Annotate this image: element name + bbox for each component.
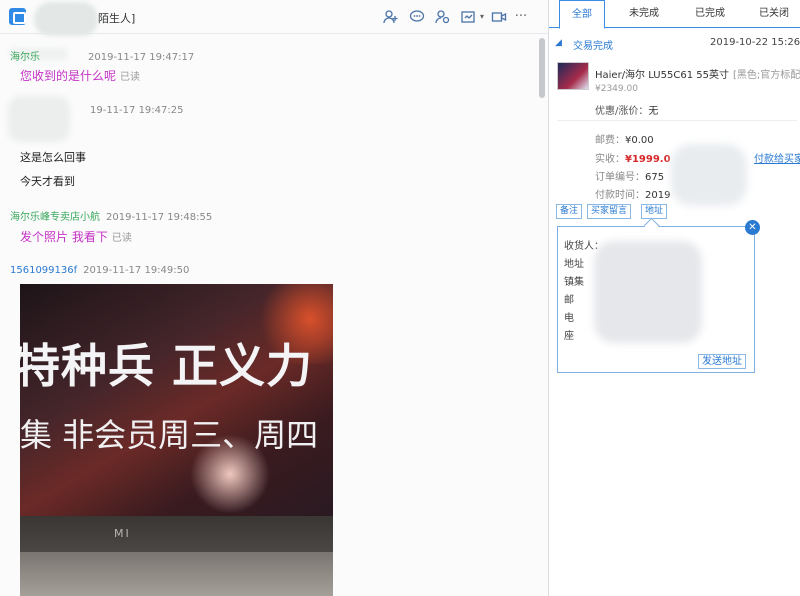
- pay-time-label: 付款时间：: [595, 190, 645, 201]
- order-tabs: 全部 未完成 已完成 已关闭: [549, 0, 800, 29]
- tab-unfinished[interactable]: 未完成: [619, 0, 669, 28]
- sender-avatar-redacted: [8, 96, 70, 142]
- order-number-label: 订单编号：: [595, 172, 645, 183]
- paid-row: 实收：¥1999.0: [595, 150, 671, 165]
- tab-finished[interactable]: 已完成: [685, 0, 735, 28]
- screenshot-icon[interactable]: [459, 9, 477, 25]
- paid-label: 实收：: [595, 154, 625, 165]
- message-header: 19-11-17 19:47:25: [90, 105, 183, 116]
- address-popup: 收货人： 地址 镇集 邮 电 座 发送地址: [557, 226, 755, 373]
- message-text: 这是怎么回事: [20, 151, 86, 164]
- chat-app-icon[interactable]: [9, 8, 26, 25]
- message-text: 今天才看到: [20, 175, 75, 188]
- photo-text-line: 集 非会员周三、周四: [20, 416, 319, 454]
- message-header: 海尔乐 2019-11-17 19:47:17: [10, 48, 194, 63]
- add-contact-icon[interactable]: [382, 9, 400, 25]
- discount-label: 优惠/涨价：: [595, 106, 649, 117]
- pay-time-value: 2019: [645, 190, 671, 201]
- photo-message[interactable]: 特种兵 正义力 集 非会员周三、周四 MI: [20, 284, 333, 596]
- order-status: 交易完成: [573, 41, 613, 52]
- chat-pane: 陌生人] ▾ ··· 海尔乐 2019-11-17 19:47:17 您收到的是什…: [0, 0, 549, 596]
- send-address-button[interactable]: 发送地址: [698, 354, 746, 369]
- address-button[interactable]: 地址: [641, 204, 668, 219]
- contact-avatar-redacted: [34, 2, 98, 36]
- address-detail: 镇集: [564, 277, 584, 288]
- paid-value: ¥1999.0: [625, 154, 671, 165]
- phone-label: 电: [564, 313, 574, 324]
- redacted-area: [671, 144, 747, 206]
- order-header-row[interactable]: ◢ 交易完成 2019-10-22 15:26:5: [549, 36, 800, 54]
- tv-brand-logo: MI: [114, 527, 131, 540]
- read-status: 已读: [120, 72, 141, 83]
- sender-name: 海尔乐峰专卖店小航: [10, 212, 100, 223]
- sender-name: 1561099136f: [10, 265, 78, 276]
- product-title[interactable]: Haier/海尔 LU55C61 55英寸 [黑色;官方标配: [595, 66, 800, 81]
- postage-value: ¥0.00: [625, 135, 654, 146]
- sender-name: 海尔乐: [10, 52, 40, 63]
- read-status: 已读: [111, 233, 132, 244]
- message-time: 2019-11-17 19:48:55: [106, 212, 213, 223]
- video-icon[interactable]: [490, 9, 508, 25]
- order-number-value: 675: [645, 172, 665, 183]
- tab-all[interactable]: 全部: [559, 0, 605, 29]
- postcode-label: 邮: [564, 295, 574, 306]
- message-time: 2019-11-17 19:47:17: [88, 52, 195, 63]
- order-time: 2019-10-22 15:26:5: [710, 37, 800, 48]
- discount-value: 无: [648, 106, 659, 117]
- message-text: 发个照片 我看下 已读: [20, 230, 132, 244]
- message-time: 2019-11-17 19:49:50: [83, 265, 190, 276]
- user-search-icon[interactable]: [434, 9, 452, 25]
- contact-name: 陌生人]: [98, 12, 136, 25]
- message-header: 1561099136f 2019-11-17 19:49:50: [10, 265, 189, 276]
- pay-to-buyer-link[interactable]: 付款给买家: [754, 150, 800, 165]
- product-spec: [黑色;官方标配: [732, 70, 800, 81]
- postage-label: 邮费：: [595, 135, 625, 146]
- order-number-row: 订单编号：675: [595, 168, 664, 183]
- divider: [557, 120, 797, 121]
- product-price: ¥2349.00: [595, 84, 638, 94]
- message-header: 海尔乐峰专卖店小航 2019-11-17 19:48:55: [10, 208, 212, 223]
- chat-scrollbar[interactable]: [539, 38, 545, 98]
- orders-pane: 全部 未完成 已完成 已关闭 ◢ 交易完成 2019-10-22 15:26:5…: [549, 0, 800, 596]
- buyer-message-button[interactable]: 买家留言: [587, 204, 632, 219]
- message-time: 19-11-17 19:47:25: [90, 105, 184, 116]
- chat-header: 陌生人] ▾ ···: [0, 0, 548, 36]
- product-thumbnail[interactable]: [557, 62, 589, 90]
- message-bubble-icon[interactable]: [408, 9, 426, 25]
- postage-row: 邮费：¥0.00: [595, 131, 654, 146]
- tab-closed[interactable]: 已关闭: [749, 0, 799, 28]
- pay-time-row: 付款时间：2019: [595, 186, 670, 201]
- address-label: 地址: [564, 259, 584, 270]
- product-name: Haier/海尔 LU55C61 55英寸: [595, 70, 729, 81]
- more-icon[interactable]: ···: [512, 9, 530, 25]
- collapse-icon[interactable]: ◢: [555, 38, 562, 48]
- message-text: 您收到的是什么呢 已读: [20, 69, 141, 83]
- landline-label: 座: [564, 331, 574, 342]
- close-icon[interactable]: ✕: [745, 220, 760, 235]
- redacted-address: [594, 241, 702, 343]
- photo-text-line: 特种兵 正义力: [20, 339, 314, 393]
- discount-row: 优惠/涨价：无: [595, 102, 658, 117]
- tv-bezel: [20, 516, 333, 552]
- screenshot-dropdown-icon[interactable]: ▾: [480, 12, 484, 21]
- note-button[interactable]: 备注: [556, 204, 583, 219]
- tv-stand-area: [20, 552, 333, 596]
